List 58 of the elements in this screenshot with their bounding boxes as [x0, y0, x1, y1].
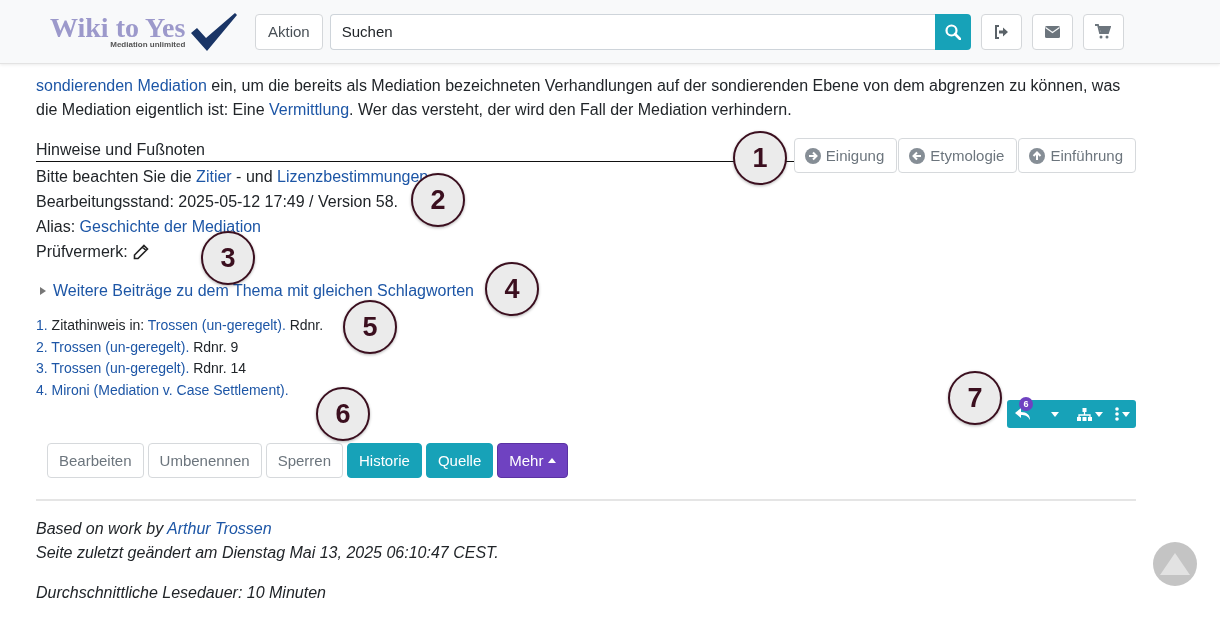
reply-icon — [1015, 407, 1031, 421]
disclosure-triangle-icon[interactable] — [39, 286, 47, 295]
link[interactable]: 4. Mironi (Mediation v. Case Settlement). — [36, 381, 289, 398]
checkmark-icon — [191, 12, 238, 51]
footnote: 3. Trossen (un-geregelt). Rdnr. 14 — [36, 359, 247, 378]
cart-icon — [1095, 24, 1112, 39]
attribution-text: Based on work by Arthur Trossen — [36, 519, 273, 539]
action-button[interactable]: Umbenennen — [147, 443, 262, 478]
cart-button[interactable] — [1082, 13, 1124, 50]
mail-button[interactable] — [1031, 13, 1073, 50]
search-icon — [944, 23, 961, 40]
note-line: Bearbeitungsstand: 2025-05-12 17:49 / Version 58. — [36, 192, 399, 212]
link[interactable]: Zitier — [196, 168, 232, 185]
pencil-icon[interactable] — [132, 243, 149, 260]
action-button[interactable]: Aktion — [255, 13, 323, 50]
footnote: 2. Trossen (un-geregelt). Rdnr. 9 — [36, 337, 239, 357]
link[interactable]: Trossen (un-geregelt). — [147, 317, 286, 333]
callout-number: 3 — [201, 231, 255, 285]
search-field[interactable]: Suchen — [329, 13, 935, 50]
link[interactable]: Vermittlung — [269, 101, 350, 118]
link[interactable]: Lizenzbestimmungen — [277, 168, 429, 185]
footnote: 1. Zitathinweis in: Trossen (un-geregelt). Rdnr. — [36, 316, 324, 335]
sitemap-icon — [1077, 407, 1092, 421]
arrow-circle-icon — [1029, 147, 1046, 164]
nav-button[interactable]: Einführung — [1018, 138, 1136, 173]
mail-icon — [1044, 25, 1060, 38]
triangle-up-icon — [1160, 553, 1190, 575]
link[interactable]: 1. — [36, 317, 48, 333]
link[interactable]: sondierenden Mediation — [36, 77, 207, 94]
logout-button[interactable] — [980, 13, 1022, 50]
callout-number: 7 — [948, 371, 1002, 425]
link[interactable]: 3. Trossen (un-geregelt). — [36, 360, 190, 376]
review-label: Prüfvermerk: — [36, 242, 128, 262]
logo-subtitle: Mediation unlimited — [110, 40, 186, 49]
action-button[interactable]: Sperren — [265, 443, 343, 478]
caret-icon — [1122, 411, 1130, 417]
search-button[interactable] — [934, 13, 971, 50]
link[interactable]: Arthur Trossen — [167, 520, 272, 537]
caret-icon — [548, 458, 557, 463]
callout-number: 1 — [733, 131, 787, 185]
more-button[interactable]: Mehr — [497, 443, 569, 478]
reading-time: Durchschnittliche Lesedauer: 10 Minuten — [36, 583, 327, 603]
logout-icon — [993, 24, 1009, 39]
vertical-ellipsis-icon — [1115, 407, 1119, 421]
callout-number: 5 — [343, 300, 397, 354]
link[interactable]: 2. Trossen (un-geregelt). — [36, 338, 190, 355]
action-button[interactable]: Bearbeiten — [47, 443, 144, 478]
arrow-circle-icon — [804, 147, 821, 164]
count-badge: 6 — [1019, 397, 1033, 411]
callout-number: 6 — [316, 387, 370, 441]
modified-text: Seite zuletzt geändert am Dienstag Mai 13, 2025 06:10:47 CEST. — [36, 543, 500, 563]
caret-icon — [1095, 411, 1103, 417]
article-paragraph: sondierenden Mediation ein, um die bereits als Mediation bezeichneten Verhandlungen auf der sondierenden Ebene von dem abgrenzen zu können, was die Mediation eigentlich ist: Eine Vermittlung. Wer das versteht, der wird den Fall der Mediation verhindern. — [36, 76, 1122, 120]
nav-button[interactable]: Etymologie — [898, 138, 1018, 173]
nav-button[interactable]: Einigung — [793, 138, 898, 173]
arrow-circle-icon — [909, 147, 926, 164]
caret-icon — [1051, 411, 1059, 417]
callout-number: 4 — [485, 262, 539, 316]
